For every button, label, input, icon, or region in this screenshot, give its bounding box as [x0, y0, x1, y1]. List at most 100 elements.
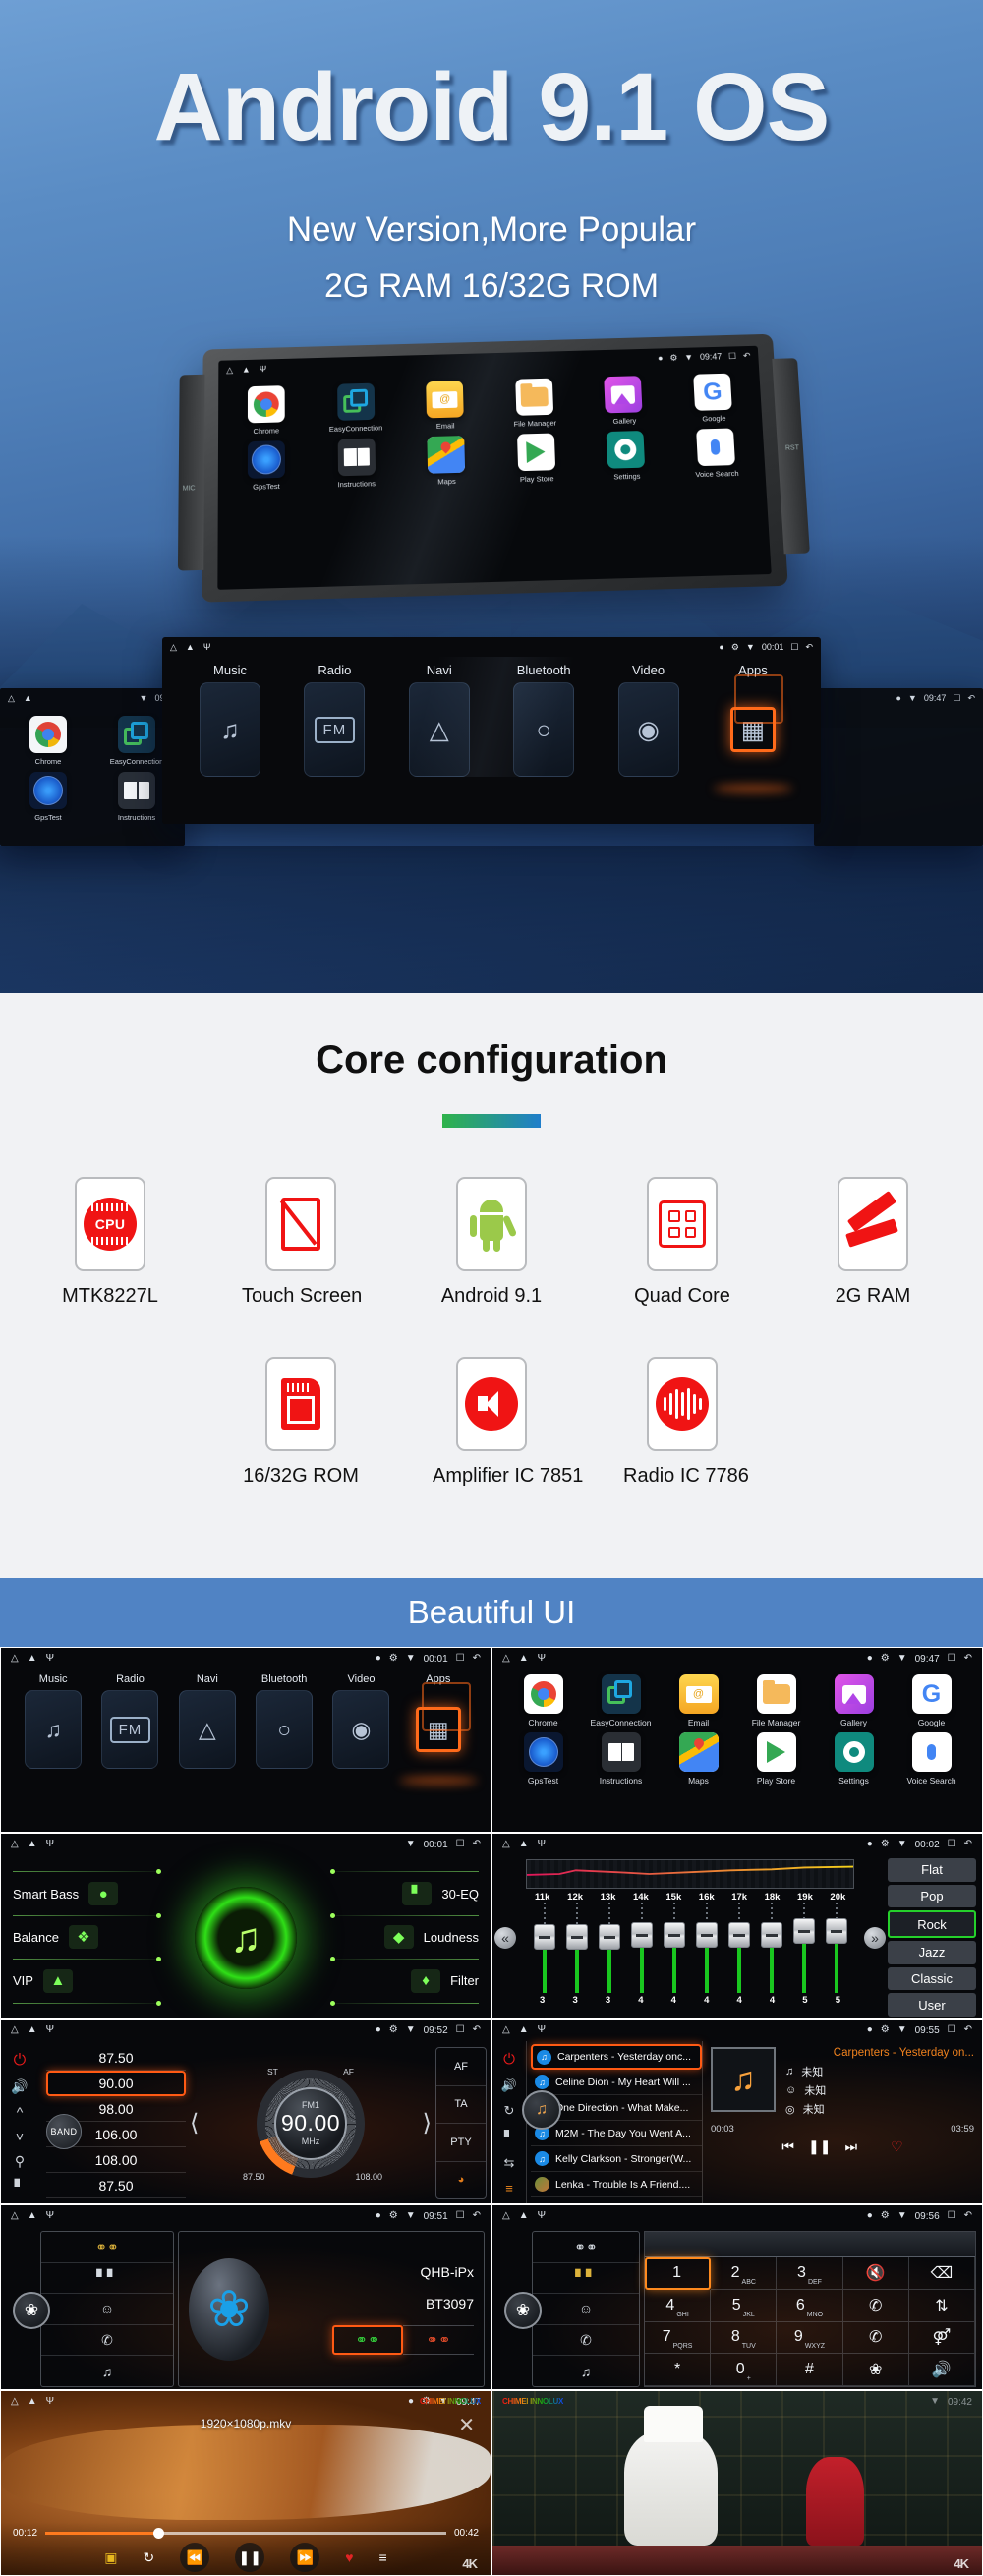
pty-button[interactable]: PTY — [436, 2124, 486, 2162]
search-icon[interactable]: ⚲ — [15, 2153, 25, 2170]
recents-icon[interactable]: ☐ — [728, 351, 737, 361]
bt-tab-contacts[interactable]: ☺ — [41, 2294, 173, 2325]
menu-item-video[interactable]: Video ◉ — [322, 1673, 399, 1769]
menu-item-music[interactable]: Music ♫ — [188, 663, 272, 777]
bluetooth-audio-icon[interactable]: ❀ — [842, 2354, 909, 2386]
dial-key-3[interactable]: 3 DEF — [777, 2257, 843, 2290]
app-instructions[interactable]: Instructions — [102, 772, 171, 822]
tune-up-icon[interactable]: ^ — [17, 2104, 24, 2120]
back-icon[interactable]: ↶ — [964, 1840, 972, 1849]
back-icon[interactable]: ↶ — [473, 2025, 481, 2035]
setting-vip[interactable]: VIP ▲ — [13, 1968, 161, 1993]
dial-key-4[interactable]: 4 GHI — [645, 2289, 712, 2322]
bt-tab-pair[interactable]: ⚭⚭ — [533, 2232, 639, 2263]
menu-item-radio[interactable]: Radio FM — [292, 663, 376, 777]
app-maps[interactable]: Maps — [412, 436, 482, 488]
eq-slider[interactable] — [560, 1903, 593, 1993]
menu-item-apps[interactable]: Apps ▦ — [398, 1673, 478, 1785]
eq-preset-pop[interactable]: Pop — [888, 1884, 976, 1908]
previous-track-icon[interactable]: ⏮ — [781, 2138, 794, 2155]
home-icon[interactable]: △ — [502, 1654, 510, 1664]
home-icon[interactable]: △ — [11, 1840, 19, 1849]
home-icon[interactable]: △ — [11, 1654, 19, 1664]
next-station-icon[interactable]: ⟩ — [419, 2109, 435, 2137]
playlist-item[interactable]: ♫ M2M - The Day You Went A... — [531, 2121, 702, 2146]
setting-smart-bass[interactable]: Smart Bass ● — [13, 1882, 161, 1906]
dial-key-0[interactable]: 0 + — [711, 2354, 778, 2386]
equalizer-icon[interactable]: ▘ — [15, 2179, 26, 2195]
eq-slider[interactable] — [625, 1903, 658, 1993]
power-icon[interactable]: ⏻ — [503, 2051, 515, 2068]
app-easyconnection[interactable]: EasyConnection — [102, 716, 171, 766]
dial-key-6[interactable]: 6 MNO — [777, 2289, 843, 2322]
playlist-item-selected[interactable]: ♫ Carpenters - Yesterday onc... — [531, 2044, 702, 2070]
home-icon[interactable]: △ — [502, 2025, 510, 2035]
playlist-item[interactable]: Lenka - Trouble Is A Friend.... — [531, 2172, 702, 2197]
volume-icon[interactable]: 🔊 — [501, 2078, 517, 2093]
pause-icon[interactable]: ❚❚ — [808, 2138, 831, 2155]
phone-number-input[interactable] — [645, 2232, 975, 2257]
setting-balance[interactable]: Balance ❖ — [13, 1925, 161, 1950]
home-icon[interactable]: △ — [502, 1840, 510, 1849]
recents-icon[interactable]: ☐ — [456, 1840, 465, 1849]
playlist-icon[interactable]: ≡ — [505, 2181, 513, 2195]
back-icon[interactable]: ↶ — [967, 693, 975, 703]
rds-icon[interactable]: ◕ — [436, 2162, 486, 2199]
eq-slider[interactable] — [755, 1903, 787, 1993]
back-icon[interactable]: ↶ — [964, 2211, 972, 2221]
music-knob[interactable]: ♫ — [522, 2090, 561, 2130]
dial-key-2[interactable]: 2 ABC — [711, 2257, 778, 2290]
radio-preset-selected[interactable]: 90.00 — [46, 2071, 186, 2096]
next-icon[interactable]: ⏩ — [290, 2543, 320, 2572]
back-icon[interactable]: ↶ — [964, 1654, 972, 1664]
eq-slider[interactable] — [658, 1903, 690, 1993]
app-email[interactable]: Email — [411, 381, 481, 432]
menu-item-bluetooth[interactable]: Bluetooth ○ — [501, 663, 586, 777]
app-voice-search[interactable]: Voice Search — [680, 428, 752, 479]
end-call-icon[interactable]: ✆ — [842, 2321, 909, 2355]
app-voice-search[interactable]: Voice Search — [896, 1732, 968, 1786]
recents-icon[interactable]: ☐ — [953, 693, 960, 703]
app-play-store[interactable]: Play Store — [740, 1732, 813, 1786]
app-gpstest[interactable]: GpsTest — [507, 1732, 580, 1786]
setting-30eq[interactable]: ▘ 30-EQ — [330, 1882, 479, 1906]
eq-preset-classic[interactable]: Classic — [888, 1966, 976, 1991]
menu-item-radio[interactable]: Radio FM — [91, 1673, 168, 1769]
bt-tab-contacts[interactable]: ☺ — [533, 2294, 639, 2325]
app-chrome[interactable]: Chrome — [14, 716, 83, 766]
volume-icon[interactable]: 🔊 — [11, 2078, 28, 2095]
home-icon[interactable]: △ — [170, 642, 177, 652]
crop-icon[interactable]: ▣ — [104, 2549, 117, 2566]
seek-bar[interactable] — [45, 2528, 446, 2539]
playlist-item[interactable]: ♫ Celine Dion - My Heart Will ... — [531, 2070, 702, 2095]
app-settings[interactable]: Settings — [591, 430, 662, 483]
menu-item-music[interactable]: Music ♫ — [15, 1673, 91, 1769]
bt-tab-pair[interactable]: ⚭⚭ — [41, 2232, 173, 2263]
recents-icon[interactable]: ☐ — [948, 2211, 956, 2221]
eq-slider[interactable] — [528, 1903, 560, 1993]
app-chrome[interactable]: Chrome — [507, 1674, 580, 1727]
eq-slider[interactable] — [593, 1903, 625, 1993]
home-icon[interactable]: △ — [226, 365, 233, 375]
bluetooth-connect-button[interactable]: ⚭⚭ — [332, 2324, 403, 2355]
eq-preset-flat[interactable]: Flat — [888, 1858, 976, 1882]
back-icon[interactable]: ↶ — [964, 2025, 972, 2035]
previous-icon[interactable]: ⏪ — [180, 2543, 210, 2572]
home-icon[interactable]: △ — [8, 693, 15, 703]
shuffle-icon[interactable]: ⇆ — [504, 2155, 515, 2171]
menu-item-navi[interactable]: Navi △ — [169, 1673, 246, 1769]
recents-icon[interactable]: ☐ — [456, 2211, 465, 2221]
app-instructions[interactable]: Instructions — [585, 1732, 658, 1786]
eq-preset-rock[interactable]: Rock — [888, 1910, 976, 1939]
recents-icon[interactable]: ☐ — [948, 1654, 956, 1664]
home-icon[interactable]: △ — [11, 2211, 19, 2221]
app-gallery[interactable]: Gallery — [589, 376, 660, 427]
eq-prev-button[interactable]: « — [492, 1855, 518, 2018]
back-icon[interactable]: ↶ — [473, 1654, 481, 1664]
mute-mic-icon[interactable]: 🔇 — [842, 2257, 909, 2290]
tune-down-icon[interactable]: ˅ — [16, 2129, 24, 2144]
favorite-icon[interactable]: ♥ — [345, 2549, 353, 2565]
bluetooth-knob[interactable]: ❀ — [13, 2292, 50, 2329]
app-easyconnection[interactable]: EasyConnection — [585, 1674, 658, 1727]
home-icon[interactable]: △ — [11, 2025, 19, 2035]
